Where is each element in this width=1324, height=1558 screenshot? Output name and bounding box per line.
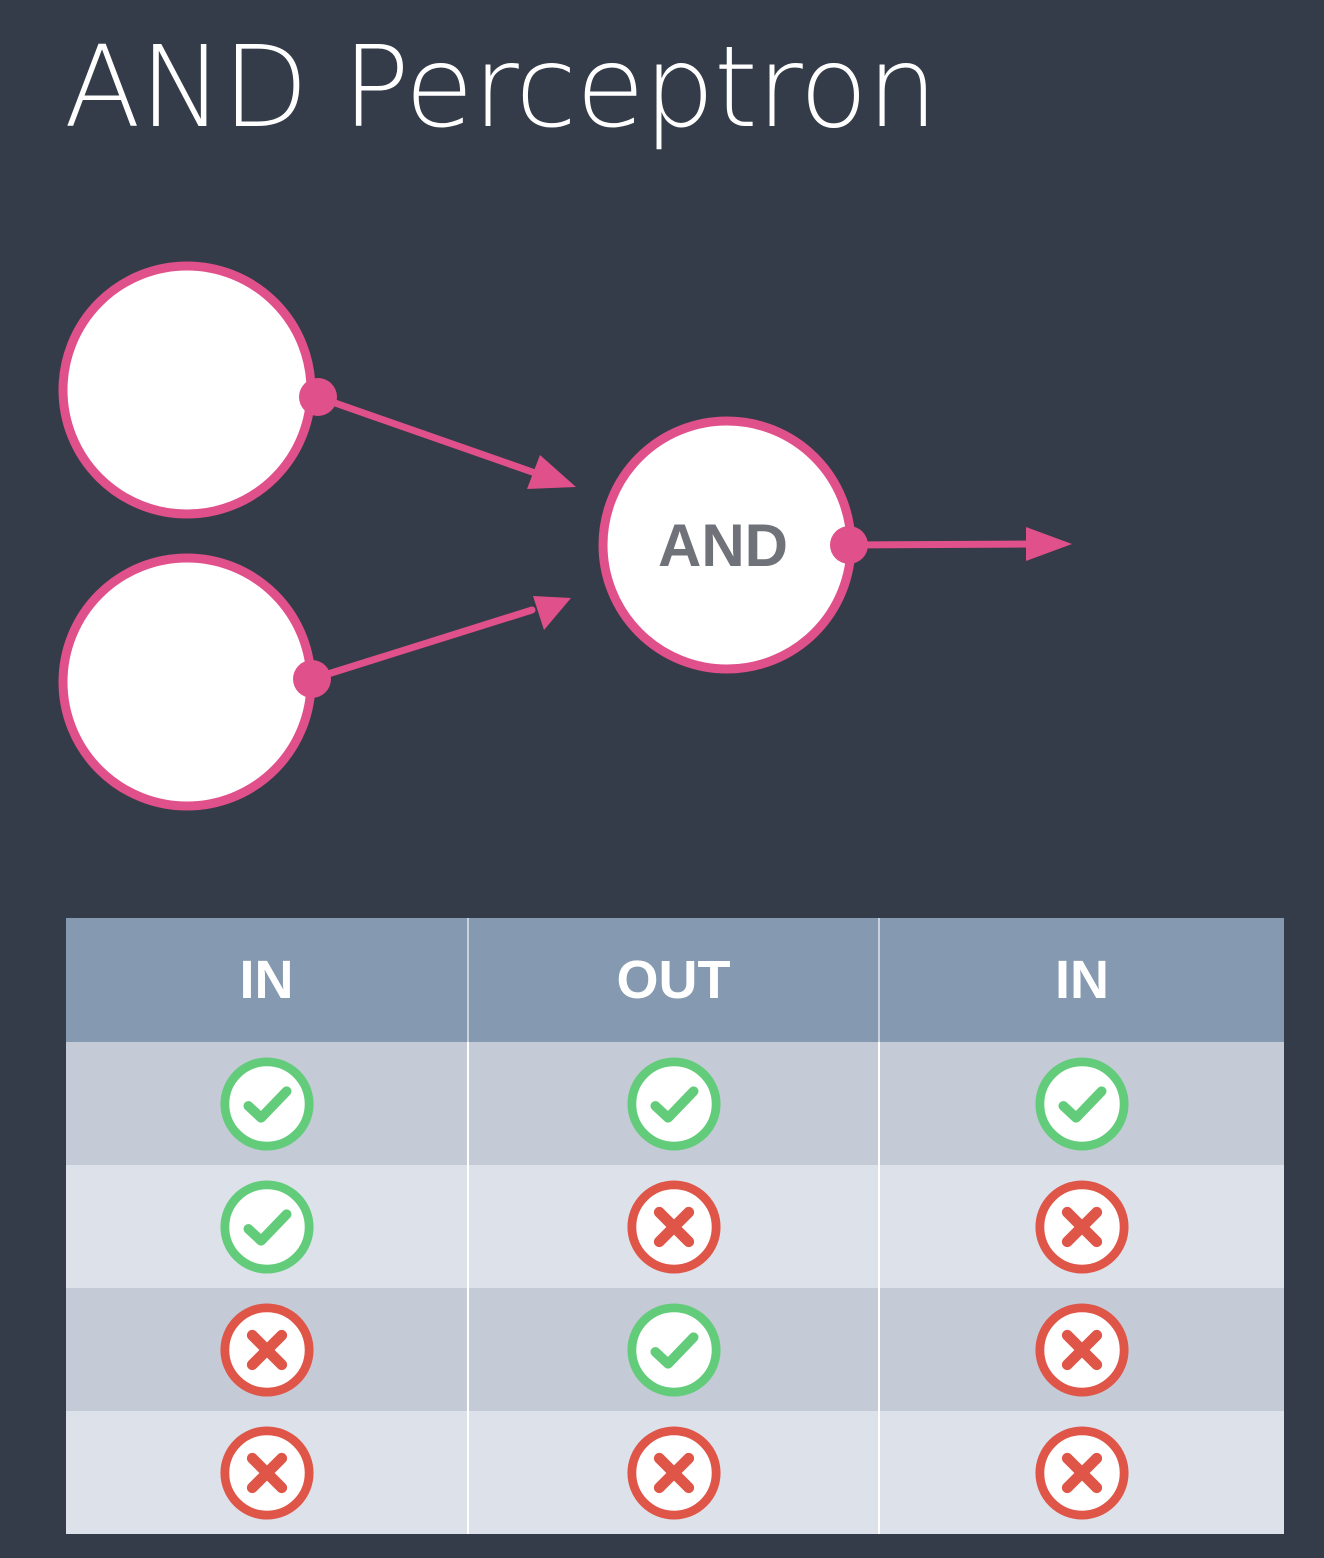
check-icon — [219, 1179, 314, 1274]
input-node-2 — [58, 553, 316, 811]
check-icon — [219, 1056, 314, 1151]
table-cell — [66, 1042, 469, 1165]
table-row — [66, 1411, 1284, 1534]
slide-title: AND Perceptron — [64, 23, 938, 153]
table-cell — [879, 1411, 1284, 1534]
check-icon — [1035, 1056, 1129, 1151]
table-row — [66, 1165, 1284, 1288]
cross-icon — [219, 1425, 314, 1520]
table-cell — [66, 1288, 469, 1411]
cross-icon — [626, 1179, 721, 1274]
column-header: IN — [66, 918, 469, 1042]
column-header: IN — [879, 918, 1284, 1042]
input-edge-2 — [293, 596, 571, 698]
table-cell — [468, 1165, 880, 1288]
and-node-label: AND — [658, 512, 788, 579]
cross-icon — [219, 1302, 314, 1397]
cross-icon — [1035, 1179, 1129, 1274]
input-node-1 — [58, 261, 316, 519]
truth-table: IN OUT IN — [66, 918, 1284, 1534]
column-header: OUT — [468, 918, 880, 1042]
cross-icon — [1035, 1302, 1129, 1397]
cross-icon — [626, 1425, 721, 1520]
table-row — [66, 1042, 1284, 1165]
cross-icon — [1035, 1425, 1129, 1520]
check-icon — [626, 1302, 721, 1397]
table-cell — [879, 1165, 1284, 1288]
check-icon — [626, 1056, 721, 1151]
table-cell — [879, 1288, 1284, 1411]
input-edge-1 — [299, 378, 576, 489]
table-cell — [468, 1042, 880, 1165]
table-cell — [66, 1411, 469, 1534]
table-cell — [468, 1411, 880, 1534]
table-cell — [66, 1165, 469, 1288]
table-cell — [468, 1288, 880, 1411]
table-row — [66, 1288, 1284, 1411]
table-cell — [879, 1042, 1284, 1165]
output-edge — [830, 526, 1072, 564]
table-header-row: IN OUT IN — [66, 918, 1284, 1042]
perceptron-diagram: AND — [58, 261, 1072, 811]
